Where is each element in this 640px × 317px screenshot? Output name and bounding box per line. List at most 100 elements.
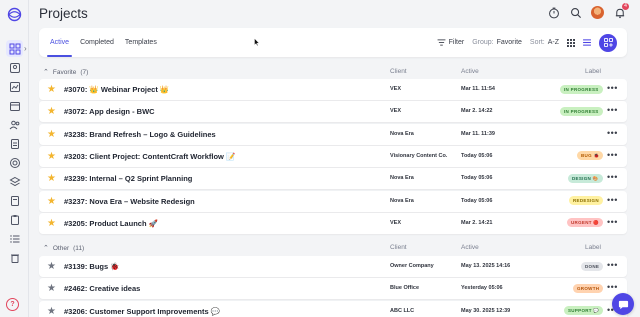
project-row[interactable]: ★ #3203: Client Project: ContentCraft Wor… xyxy=(39,145,627,167)
project-name[interactable]: #3238: Brand Refresh – Logo & Guidelines xyxy=(64,130,216,139)
project-name[interactable]: #3070: 👑 Webinar Project 👑 xyxy=(64,85,169,94)
favorite-star-icon[interactable]: ★ xyxy=(47,283,56,294)
documents-icon[interactable] xyxy=(6,192,23,209)
project-label-badge[interactable]: GROWTH xyxy=(573,283,604,293)
project-label-badge[interactable]: REDESIGN xyxy=(569,196,603,205)
more-options-icon[interactable]: ••• xyxy=(607,128,618,138)
project-row[interactable]: ★ #3237: Nova Era – Website Redesign Nova … xyxy=(39,190,627,212)
project-name[interactable]: #3239: Internal – Q2 Sprint Planning xyxy=(64,174,192,183)
project-label-badge[interactable]: IN PROGRESS xyxy=(560,84,603,94)
project-row[interactable]: ★ #3070: 👑 Webinar Project 👑 VEX Mar 11. 11… xyxy=(39,79,627,100)
grid-view-icon[interactable] xyxy=(567,38,575,47)
favorite-star-icon[interactable]: ★ xyxy=(47,106,56,117)
project-name[interactable]: #3237: Nova Era – Website Redesign xyxy=(64,197,195,206)
project-last-active: Today 05:06 xyxy=(461,197,493,204)
project-row[interactable]: ★ #3205: Product Launch 🚀 VEX Mar 2. 14:21 U… xyxy=(39,212,627,234)
user-avatar[interactable] xyxy=(591,6,604,19)
reports-icon[interactable] xyxy=(6,78,23,95)
project-row[interactable]: ★ #2462: Creative ideas Blue Office Yesterd… xyxy=(39,278,627,300)
group-by-selector[interactable]: Group: Favorite xyxy=(472,39,522,46)
project-label-badge[interactable]: DONE xyxy=(581,261,604,271)
project-client: VEX xyxy=(390,108,402,115)
favorite-star-icon[interactable]: ★ xyxy=(47,84,56,95)
favorite-star-icon[interactable]: ★ xyxy=(47,218,56,229)
chevron-up-icon[interactable]: ⌃ xyxy=(43,68,49,76)
dashboard-grid-icon[interactable] xyxy=(6,40,23,57)
project-client: Nova Era xyxy=(390,130,414,137)
column-header-active[interactable]: Active xyxy=(461,244,479,251)
favorite-star-icon[interactable]: ★ xyxy=(47,129,56,140)
column-header-client[interactable]: Client xyxy=(390,244,407,251)
project-client: Nova Era xyxy=(390,197,414,204)
project-name[interactable]: #3203: Client Project: ContentCraft Work… xyxy=(64,152,235,161)
team-icon[interactable] xyxy=(6,116,23,133)
group-header-favorite[interactable]: ⌃ Favorite (7) Client Active Label xyxy=(39,66,627,78)
column-header-client[interactable]: Client xyxy=(390,68,407,75)
filter-icon xyxy=(437,39,446,46)
add-project-button[interactable] xyxy=(599,33,617,52)
project-label-badge[interactable]: IN PROGRESS xyxy=(560,106,603,116)
calendar-icon[interactable] xyxy=(6,97,23,114)
search-icon[interactable] xyxy=(569,6,582,19)
sort-selector[interactable]: Sort: A-Z xyxy=(530,39,559,46)
project-last-active: Yesterday 05:06 xyxy=(461,285,503,292)
tab-active[interactable]: Active xyxy=(46,28,73,57)
column-header-label[interactable]: Label xyxy=(585,68,601,75)
tab-templates[interactable]: Templates xyxy=(124,28,158,57)
project-name[interactable]: #3205: Product Launch 🚀 xyxy=(64,219,158,228)
chat-support-button[interactable] xyxy=(612,293,634,315)
list-view-icon[interactable] xyxy=(583,39,591,46)
favorite-star-icon[interactable]: ★ xyxy=(47,261,56,272)
project-row[interactable]: ★ #3139: Bugs 🐞 Owner Company May 13. 2025 … xyxy=(39,256,627,277)
favorite-star-icon[interactable]: ★ xyxy=(47,306,56,317)
more-options-icon[interactable]: ••• xyxy=(607,195,618,205)
contacts-icon[interactable] xyxy=(6,59,23,76)
project-last-active: May 30. 2025 12:39 xyxy=(461,307,511,314)
tab-completed[interactable]: Completed xyxy=(79,28,115,57)
project-label-badge[interactable]: SUPPORT 💬 xyxy=(564,306,604,316)
rail-collapse-chevron-icon[interactable]: › xyxy=(24,44,27,53)
project-name[interactable]: #3072: App design - BWC xyxy=(64,107,155,116)
project-row[interactable]: ★ #3206: Customer Support Improvements 💬 A… xyxy=(39,300,627,317)
goals-icon[interactable] xyxy=(6,154,23,171)
more-options-icon[interactable]: ••• xyxy=(607,172,618,182)
project-row[interactable]: ★ #3239: Internal – Q2 Sprint Planning Nov… xyxy=(39,168,627,190)
layers-icon[interactable] xyxy=(6,173,23,190)
help-icon[interactable]: ? xyxy=(6,298,19,311)
project-row[interactable]: ★ #3238: Brand Refresh – Logo & Guideline… xyxy=(39,123,627,145)
notifications-bell-icon[interactable]: 4 xyxy=(613,3,629,19)
group-count: (11) xyxy=(73,244,85,252)
header-actions: 4 xyxy=(547,3,629,19)
filter-button[interactable]: Filter xyxy=(437,39,464,46)
group-name: Other xyxy=(52,244,70,252)
project-label-badge[interactable]: DESIGN 🎨 xyxy=(568,173,603,183)
more-options-icon[interactable]: ••• xyxy=(607,260,618,270)
more-options-icon[interactable]: ••• xyxy=(607,150,618,160)
more-options-icon[interactable]: ••• xyxy=(607,282,618,292)
checklist-icon[interactable] xyxy=(6,230,23,247)
project-label-badge[interactable]: URGENT 🔴 xyxy=(567,218,604,228)
clipboard-icon[interactable] xyxy=(6,211,23,228)
group-header-other[interactable]: ⌃ Other (11) Client Active Label xyxy=(39,242,627,254)
trash-icon[interactable] xyxy=(6,249,23,266)
column-header-active[interactable]: Active xyxy=(461,68,479,75)
app-logo-icon[interactable] xyxy=(6,6,23,23)
project-name[interactable]: #3206: Customer Support Improvements 💬 xyxy=(64,307,220,316)
project-row[interactable]: ★ #3072: App design - BWC VEX Mar 2. 14:22 I… xyxy=(39,101,627,123)
more-options-icon[interactable]: ••• xyxy=(607,105,618,115)
project-last-active: Mar 2. 14:22 xyxy=(461,108,493,115)
project-name[interactable]: #3139: Bugs 🐞 xyxy=(64,262,120,271)
project-label-badge[interactable]: BUG 🐞 xyxy=(577,151,604,161)
column-header-label[interactable]: Label xyxy=(585,244,601,251)
more-options-icon[interactable]: ••• xyxy=(607,217,618,227)
chevron-up-icon[interactable]: ⌃ xyxy=(43,244,49,252)
favorite-star-icon[interactable]: ★ xyxy=(47,151,56,162)
notification-count-badge: 4 xyxy=(622,3,629,10)
project-name[interactable]: #2462: Creative ideas xyxy=(64,284,140,293)
favorite-star-icon[interactable]: ★ xyxy=(47,173,56,184)
invoices-icon[interactable] xyxy=(6,135,23,152)
project-last-active: Mar 11. 11:39 xyxy=(461,130,495,137)
favorite-star-icon[interactable]: ★ xyxy=(47,196,56,207)
timer-icon[interactable] xyxy=(547,6,560,19)
more-options-icon[interactable]: ••• xyxy=(607,83,618,93)
